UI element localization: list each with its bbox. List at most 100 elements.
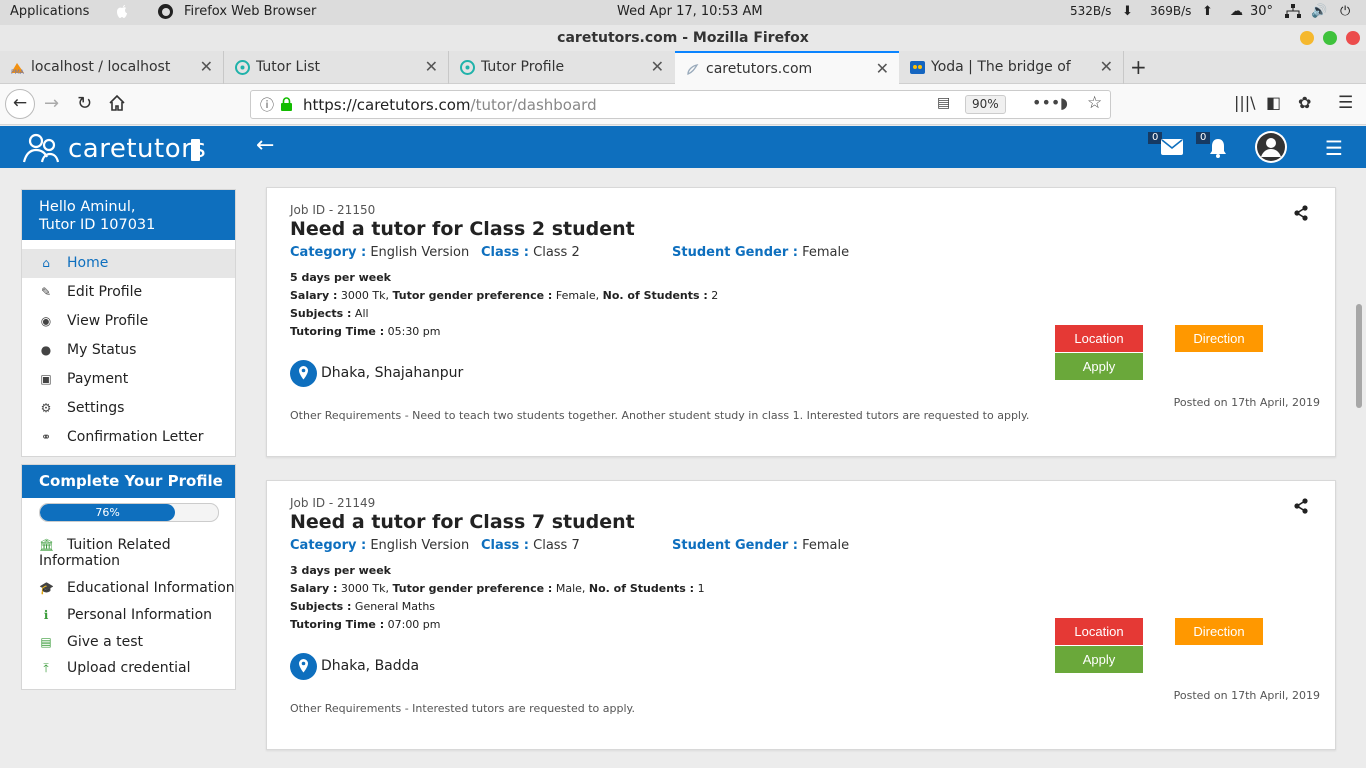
subjects-label: Subjects : bbox=[290, 307, 352, 320]
profile-item-tuition-info[interactable]: 🏛 Tuition Related Information bbox=[22, 536, 235, 570]
sidebar-item-label: Payment bbox=[67, 371, 129, 387]
tutor-gender-label: Tutor gender preference : bbox=[392, 582, 553, 595]
direction-button[interactable]: Direction bbox=[1175, 325, 1263, 352]
location-button[interactable]: Location bbox=[1055, 618, 1143, 645]
profile-item-label: Give a test bbox=[67, 634, 144, 650]
close-tab-icon[interactable]: ✕ bbox=[651, 57, 664, 76]
share-icon[interactable] bbox=[1293, 205, 1309, 221]
profile-progress-bar: 76% bbox=[39, 503, 219, 522]
sidebar-item-home[interactable]: ⌂ Home bbox=[22, 249, 235, 278]
back-arrow-icon[interactable]: ← bbox=[256, 133, 274, 158]
subjects-value: General Maths bbox=[354, 600, 436, 613]
reload-button[interactable]: ↻ bbox=[77, 93, 92, 114]
salary-line: Salary : 3000 Tk, Tutor gender preferenc… bbox=[290, 289, 718, 302]
sidebar-item-payment[interactable]: ▣ Payment bbox=[22, 365, 235, 394]
close-tab-icon[interactable]: ✕ bbox=[1100, 57, 1113, 76]
close-window-button[interactable] bbox=[1346, 31, 1360, 45]
volume-icon[interactable]: 🔊 bbox=[1311, 4, 1327, 19]
sidebar-item-confirmation-letter[interactable]: ⚭ Confirmation Letter bbox=[22, 423, 235, 452]
salary-value: 3000 Tk, bbox=[340, 582, 389, 595]
sidebar-item-edit-profile[interactable]: ✎ Edit Profile bbox=[22, 278, 235, 307]
gender-label: Student Gender : bbox=[672, 245, 798, 260]
eye-icon: ◉ bbox=[40, 314, 52, 328]
sidebar-item-view-profile[interactable]: ◉ View Profile bbox=[22, 307, 235, 336]
link-icon: ⚭ bbox=[40, 430, 52, 444]
job-title[interactable]: Need a tutor for Class 2 student bbox=[290, 218, 635, 240]
pocket-icon[interactable]: ◗ bbox=[1060, 94, 1068, 112]
sidebar-toggle-icon[interactable]: ◧ bbox=[1266, 93, 1281, 112]
other-requirements: Other Requirements - Need to teach two s… bbox=[290, 409, 1030, 422]
forward-button[interactable]: → bbox=[44, 93, 59, 114]
close-tab-icon[interactable]: ✕ bbox=[425, 57, 438, 76]
temperature[interactable]: 30° bbox=[1250, 4, 1273, 19]
clock[interactable]: Wed Apr 17, 10:53 AM bbox=[617, 4, 763, 19]
close-tab-icon[interactable]: ✕ bbox=[200, 57, 213, 76]
app-name[interactable]: Firefox Web Browser bbox=[184, 4, 316, 19]
home-icon: ⌂ bbox=[42, 256, 50, 270]
location-button[interactable]: Location bbox=[1055, 325, 1143, 352]
sidebar-item-label: My Status bbox=[67, 342, 137, 358]
apply-button[interactable]: Apply bbox=[1055, 353, 1143, 380]
network-icon[interactable] bbox=[1285, 4, 1301, 23]
job-location: Dhaka, Badda bbox=[321, 658, 420, 674]
power-icon[interactable]: ⏻ bbox=[1340, 4, 1350, 19]
reader-view-icon[interactable]: ▤ bbox=[937, 95, 950, 111]
greeting: Hello Aminul, bbox=[39, 199, 136, 215]
tutoring-time-line: Tutoring Time : 07:00 pm bbox=[290, 618, 441, 631]
profile-item-upload-credential[interactable]: ⤒ Upload credential bbox=[22, 660, 235, 680]
bell-icon[interactable] bbox=[1209, 138, 1227, 162]
new-tab-button[interactable]: + bbox=[1130, 55, 1147, 79]
job-title[interactable]: Need a tutor for Class 7 student bbox=[290, 511, 635, 533]
site-menu-icon[interactable]: ☰ bbox=[1325, 136, 1343, 160]
apply-button[interactable]: Apply bbox=[1055, 646, 1143, 673]
library-icon[interactable]: |||\ bbox=[1234, 93, 1256, 112]
apple-icon bbox=[114, 3, 130, 24]
back-button[interactable]: ← bbox=[5, 89, 35, 119]
complete-profile-panel: Complete Your Profile 76% 🏛 Tuition Rela… bbox=[21, 464, 236, 690]
direction-button[interactable]: Direction bbox=[1175, 618, 1263, 645]
complete-profile-title: Complete Your Profile bbox=[22, 465, 235, 498]
tab-phpmyadmin[interactable]: PMA localhost / localhost | ph ✕ bbox=[0, 51, 224, 84]
extension-icon[interactable]: ✿ bbox=[1298, 93, 1311, 112]
arrow-down-icon: ⬇ bbox=[1122, 4, 1133, 19]
job-id: Job ID - 21150 bbox=[290, 203, 376, 217]
zoom-level[interactable]: 90% bbox=[965, 95, 1006, 114]
more-actions-icon[interactable]: ••• bbox=[1032, 93, 1060, 112]
sidebar-item-label: Edit Profile bbox=[67, 284, 143, 300]
avatar[interactable] bbox=[1255, 131, 1287, 163]
svg-text:PMA: PMA bbox=[11, 69, 25, 75]
sidebar-item-label: Confirmation Letter bbox=[67, 429, 204, 445]
info-icon[interactable]: ⓘ bbox=[260, 95, 274, 115]
page-scrollbar[interactable] bbox=[1356, 304, 1362, 408]
gear-icon: ⚙ bbox=[40, 401, 52, 415]
time-label: Tutoring Time : bbox=[290, 618, 385, 631]
hamburger-menu-icon[interactable]: ☰ bbox=[1338, 93, 1353, 113]
share-icon[interactable] bbox=[1293, 498, 1309, 514]
tab-tutor-profile[interactable]: Tutor Profile ✕ bbox=[450, 51, 674, 84]
map-pin-icon bbox=[290, 360, 317, 387]
url-text[interactable]: https://caretutors.com/tutor/dashboard bbox=[303, 96, 597, 114]
close-tab-icon[interactable]: ✕ bbox=[876, 59, 889, 78]
tab-caretutors-active[interactable]: caretutors.com ✕ bbox=[675, 51, 899, 84]
profile-item-educational-info[interactable]: 🎓 Educational Information bbox=[22, 580, 235, 600]
subjects-value: All bbox=[354, 307, 369, 320]
url-bar[interactable]: ⓘ https://caretutors.com/tutor/dashboard… bbox=[250, 90, 1111, 119]
sidebar-item-label: Home bbox=[67, 255, 109, 271]
maximize-button[interactable] bbox=[1323, 31, 1337, 45]
profile-item-give-test[interactable]: ▤ Give a test bbox=[22, 634, 235, 654]
sidebar-item-settings[interactable]: ⚙ Settings bbox=[22, 394, 235, 423]
minimize-button[interactable] bbox=[1300, 31, 1314, 45]
home-button[interactable] bbox=[108, 94, 126, 117]
other-requirements: Other Requirements - Interested tutors a… bbox=[290, 702, 635, 715]
sidebar-item-my-status[interactable]: ● My Status bbox=[22, 336, 235, 365]
tab-yoda[interactable]: Yoda | The bridge of Lear ✕ bbox=[900, 51, 1124, 84]
bookmark-star-icon[interactable]: ☆ bbox=[1087, 93, 1102, 113]
mail-icon[interactable] bbox=[1161, 139, 1183, 159]
class-label: Class : bbox=[481, 538, 529, 553]
caretutors-icon bbox=[235, 60, 250, 75]
profile-item-label: Educational Information bbox=[67, 580, 235, 596]
yoda-icon bbox=[910, 61, 925, 74]
applications-menu[interactable]: Applications bbox=[10, 4, 89, 19]
profile-item-personal-info[interactable]: ℹ Personal Information bbox=[22, 607, 235, 627]
tab-tutor-list[interactable]: Tutor List ✕ bbox=[225, 51, 449, 84]
